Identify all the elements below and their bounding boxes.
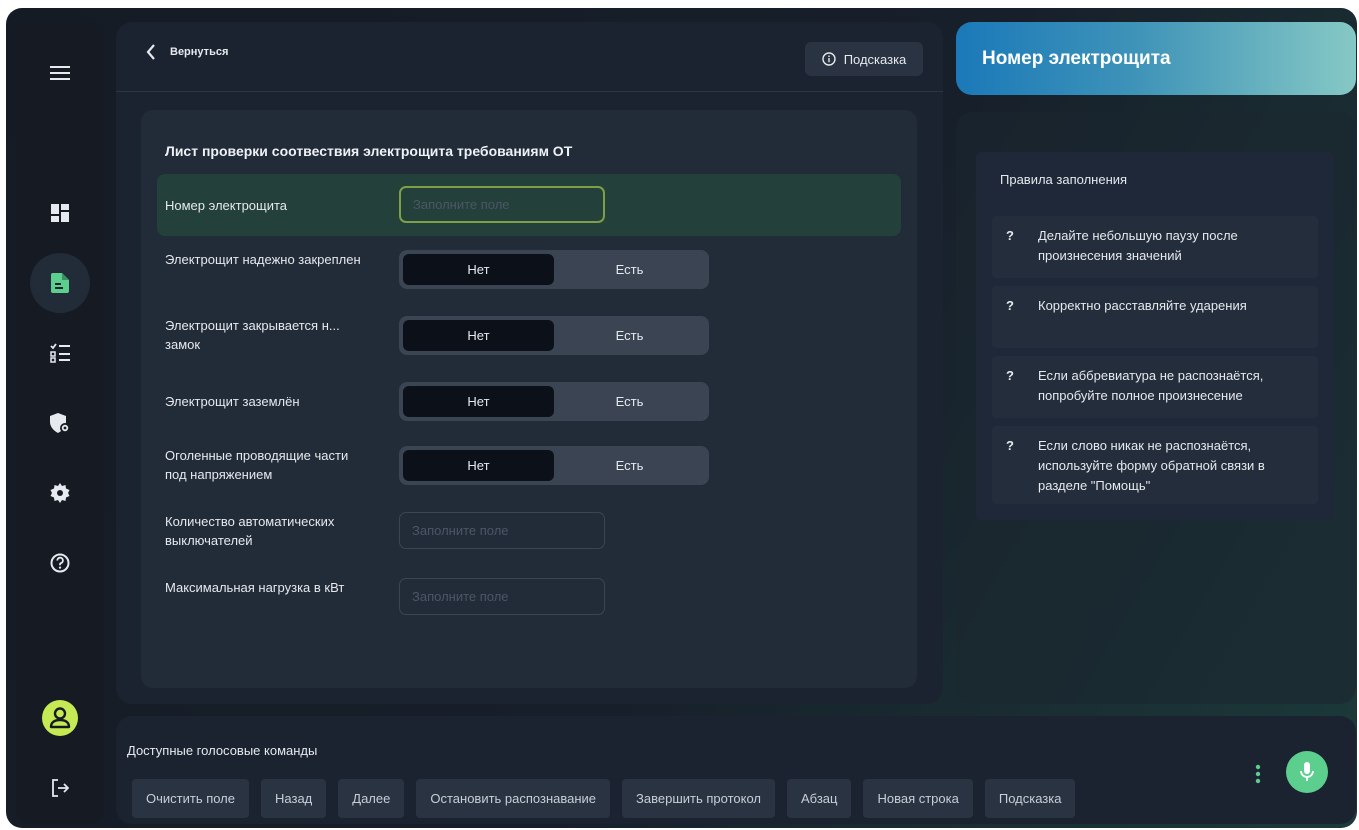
toggle-yes-option[interactable]: Есть [554,254,705,285]
field-header: Номер электрощита [956,22,1356,95]
form-row-exposed-parts: Оголенные проводящие части под напряжени… [157,444,901,492]
toggle-no-option[interactable]: Нет [403,320,554,351]
secured-toggle: Нет Есть [399,250,709,289]
toggle-no-option[interactable]: Нет [403,254,554,285]
voice-commands-bar: Доступные голосовые команды Очистить пол… [116,716,1356,824]
command-back[interactable]: Назад [261,779,327,818]
command-hint[interactable]: Подсказка [984,779,1076,818]
form-row-panel-number: Номер электрощита [157,174,901,236]
voice-commands-list: Очистить поле Назад Далее Остановить рас… [132,779,1076,818]
toggle-yes-option[interactable]: Есть [554,386,705,417]
checklist-icon[interactable] [30,323,90,383]
command-clear-field[interactable]: Очистить поле [132,779,250,818]
shield-icon[interactable] [30,393,90,453]
lockable-toggle: Нет Есть [399,316,709,355]
user-avatar-icon[interactable] [30,688,90,748]
dashboard-icon[interactable] [30,183,90,243]
question-mark-icon: ? [1006,438,1014,453]
microphone-button[interactable] [1286,751,1328,793]
menu-icon[interactable] [30,43,90,103]
rule-text: Корректно расставляйте ударения [1038,298,1247,313]
row-label: Оголенные проводящие части под напряжени… [165,448,349,482]
toggle-yes-option[interactable]: Есть [554,450,705,481]
breakers-count-input[interactable] [399,512,605,549]
main-panel: Вернуться Подсказка Лист проверки соотве… [116,22,943,704]
hint-button[interactable]: Подсказка [805,42,923,76]
voice-commands-title: Доступные голосовые команды [127,743,318,758]
toggle-no-option[interactable]: Нет [403,386,554,417]
microphone-icon [1300,762,1314,781]
rules-panel: Правила заполнения ? Делайте небольшую п… [956,112,1356,704]
hint-label: Подсказка [843,51,907,67]
grounded-toggle: Нет Есть [399,382,709,421]
rules-card: Правила заполнения ? Делайте небольшую п… [976,152,1334,520]
row-label: Электрощит закрывается н... замок [165,318,340,352]
question-mark-icon: ? [1006,228,1014,243]
rule-text: Если аббревиатура не распознаётся, попро… [1038,368,1264,403]
app-window: Вернуться Подсказка Лист проверки соотве… [6,8,1357,828]
exposed-parts-toggle: Нет Есть [399,446,709,485]
rule-item: ? Если аббревиатура не распознаётся, поп… [992,356,1318,418]
form-row-lockable: Электрощит закрывается н... замок Нет Ес… [157,314,901,362]
question-mark-icon: ? [1006,298,1014,313]
rule-item: ? Если слово никак не распознаётся, испо… [992,426,1318,504]
form-row-breakers-count: Количество автоматических выключателей [157,510,901,558]
form-card: Лист проверки соотвествия электрощита тр… [141,110,917,688]
back-button[interactable]: Вернуться [146,44,228,60]
toggle-no-option[interactable]: Нет [403,450,554,481]
back-label: Вернуться [170,46,229,58]
rule-text: Если слово никак не распознаётся, исполь… [1038,438,1265,493]
help-icon[interactable] [30,533,90,593]
question-mark-icon: ? [1006,368,1014,383]
rule-item: ? Делайте небольшую паузу после произнес… [992,216,1318,278]
rules-title: Правила заполнения [1000,172,1128,187]
command-paragraph[interactable]: Абзац [787,779,852,818]
form-row-max-load: Максимальная нагрузка в кВт [157,576,901,624]
row-label: Номер электрощита [165,198,288,213]
panel-number-input[interactable] [399,186,605,223]
toggle-yes-option[interactable]: Есть [554,320,705,351]
document-icon[interactable] [30,253,90,313]
row-label: Количество автоматических выключателей [165,514,335,548]
sidebar [16,20,104,825]
command-next[interactable]: Далее [338,779,405,818]
command-stop-recognition[interactable]: Остановить распознавание [416,779,611,818]
form-row-grounded: Электрощит заземлён Нет Есть [157,380,901,428]
command-new-line[interactable]: Новая строка [863,779,973,818]
settings-icon[interactable] [30,463,90,523]
command-finish-protocol[interactable]: Завершить протокол [622,779,775,818]
max-load-input[interactable] [399,578,605,615]
chevron-left-icon [146,44,155,60]
form-title: Лист проверки соотвествия электрощита тр… [165,143,573,159]
logout-icon[interactable] [30,758,90,818]
row-label: Максимальная нагрузка в кВт [165,580,345,595]
info-icon [821,52,836,66]
field-header-title: Номер электрощита [982,47,1171,69]
rule-text: Делайте небольшую паузу после произнесен… [1038,228,1238,263]
topbar: Вернуться Подсказка [116,22,943,92]
row-label: Электрощит заземлён [165,394,300,409]
rule-item: ? Корректно расставляйте ударения [992,286,1318,348]
row-label: Электрощит надежно закреплен [165,252,361,267]
more-vertical-icon[interactable] [1250,762,1266,786]
form-row-secured: Электрощит надежно закреплен Нет Есть [157,248,901,296]
